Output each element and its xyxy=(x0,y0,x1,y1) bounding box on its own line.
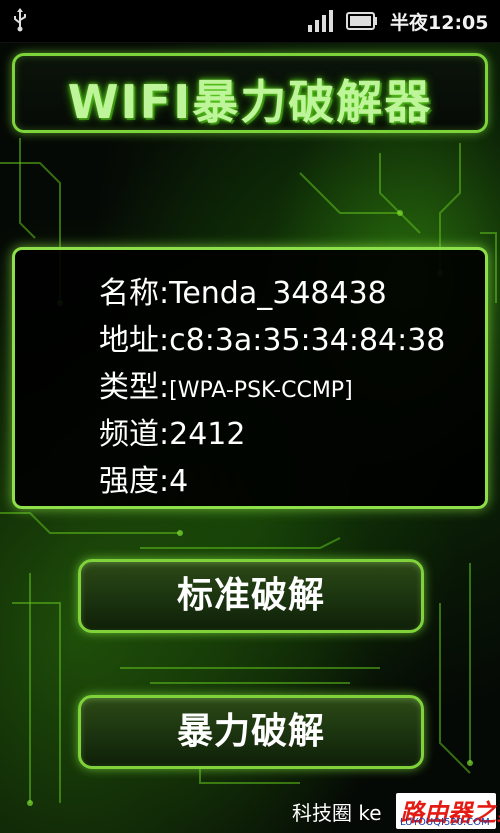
info-label-strength: 强度: xyxy=(99,464,170,499)
info-row-name: 名称:Tenda_348438 xyxy=(99,268,387,312)
brute-crack-button[interactable]: 暴力破解 xyxy=(78,695,424,769)
info-label-name: 名称: xyxy=(99,276,170,311)
info-value-strength: 4 xyxy=(169,464,189,499)
watermark-text: 科技圈 ke xyxy=(292,801,382,825)
info-label-type: 类型: xyxy=(99,370,170,405)
info-row-address: 地址:c8:3a:35:34:84:38 xyxy=(99,315,445,359)
app-title: WIFI暴力破解器 xyxy=(67,75,433,129)
info-value-channel: 2412 xyxy=(169,417,246,452)
watermark-logo: 路由器之家 LUYOUQI520.COM xyxy=(396,793,500,829)
battery-icon xyxy=(346,12,377,30)
standard-crack-button[interactable]: 标准破解 xyxy=(78,559,424,633)
info-row-type: 类型:[WPA-PSK-CCMP] xyxy=(99,362,353,406)
info-value-name: Tenda_348438 xyxy=(169,276,387,311)
info-label-channel: 频道: xyxy=(99,417,170,452)
info-value-address: c8:3a:35:34:84:38 xyxy=(169,323,446,358)
status-time: 半夜12:05 xyxy=(390,12,489,34)
status-bar: 半夜12:05 xyxy=(0,0,500,43)
watermark-url: LUYOUQI520.COM xyxy=(400,817,490,828)
info-row-strength: 强度:4 xyxy=(99,456,188,500)
usb-icon xyxy=(14,8,26,32)
signal-icon xyxy=(308,10,333,32)
info-label-address: 地址: xyxy=(99,323,170,358)
network-info-panel: 名称:Tenda_348438 地址:c8:3a:35:34:84:38 类型:… xyxy=(12,247,488,509)
info-value-type: [WPA-PSK-CCMP] xyxy=(169,378,353,403)
title-bar: WIFI暴力破解器 xyxy=(12,53,488,133)
app-screen: WIFI暴力破解器 名称:Tenda_348438 地址:c8:3a:35:34… xyxy=(0,43,500,833)
info-row-channel: 频道:2412 xyxy=(99,409,245,453)
